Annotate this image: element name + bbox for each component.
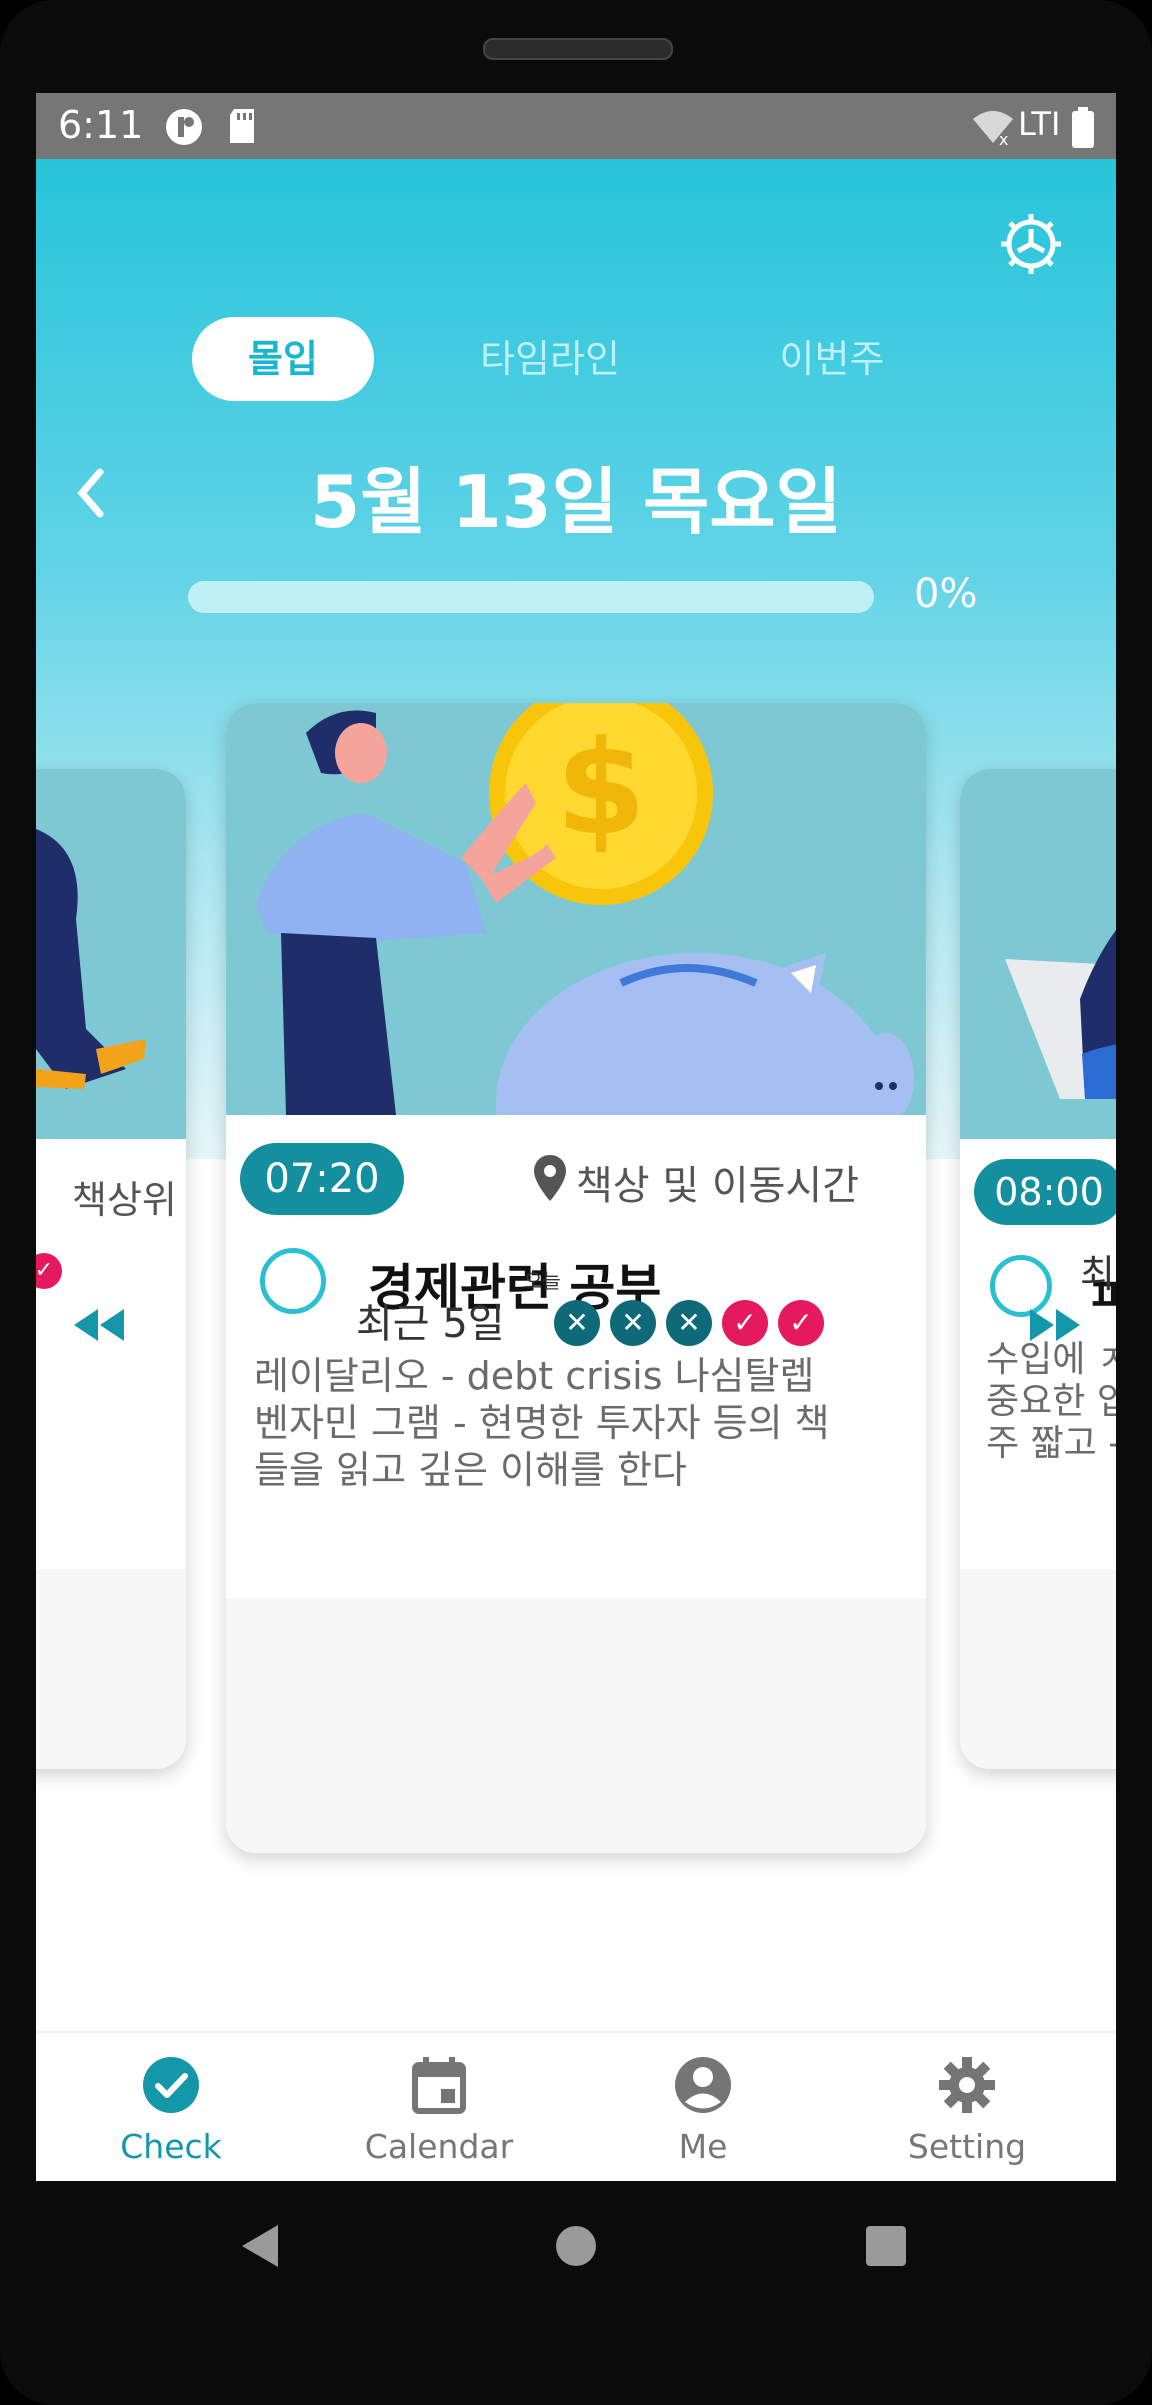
card-desc: 책상위 (72, 1178, 177, 1222)
rewind-icon[interactable] (70, 1305, 128, 1345)
wifi-off-icon: x (973, 111, 1013, 147)
recent-days-streak: ✓ 최근 5일 오늘 ✕ ✕ ✕ ✓ ✓ 최 (36, 1243, 1116, 1363)
system-back-icon[interactable] (240, 2223, 280, 2269)
system-recents-icon[interactable] (866, 2226, 906, 2266)
card-illustration (36, 769, 186, 1139)
account-icon (675, 2057, 731, 2113)
task-description-line: 주 짧고 - (986, 1423, 1116, 1464)
task-location: 책상 및 이동시간 (576, 1163, 860, 1209)
svg-text:$: $ (556, 712, 646, 864)
status-time: 6:11 (58, 103, 144, 147)
view-tabs: 몰입 타임라인 이번주 (36, 317, 1116, 401)
task-time-badge: 08:00 (974, 1159, 1116, 1225)
task-description-line: 중요한 입 (986, 1381, 1116, 1422)
tab-focus[interactable]: 몰입 (192, 317, 374, 401)
check-circle-icon (143, 2057, 199, 2113)
nav-label: Check (120, 2127, 222, 2166)
bottom-navigation: Check Calendar Me Setting (36, 2031, 1116, 2181)
nav-check[interactable]: Check (36, 2055, 306, 2166)
battery-icon (1072, 107, 1094, 148)
nav-label: Setting (907, 2127, 1027, 2166)
coin-piggy-illustration: $ (256, 703, 914, 1253)
card-illustration: $ (226, 703, 926, 1253)
daily-progress-bar (188, 581, 874, 613)
streak-label: 최근 5일 (356, 1301, 505, 1347)
task-description: 레이달리오 - debt crisis 나심탈렙 벤자민 그램 - 현명한 투자… (254, 1353, 904, 1494)
app-notification-icon (166, 109, 202, 145)
sd-card-icon (230, 109, 254, 143)
status-bar: 6:11 x LTI (36, 93, 1116, 159)
network-type: LTI (1018, 105, 1061, 143)
fast-forward-icon[interactable] (1026, 1305, 1084, 1345)
system-home-icon[interactable] (554, 2224, 598, 2268)
day-done-dot: ✓ (722, 1300, 768, 1346)
app-screen: 6:11 x LTI 몰입 타임라인 이번주 5월 13일 목요일 0% 책상위… (36, 93, 1116, 2181)
next-streak-partial-label: 최 (1080, 1252, 1115, 1296)
day-missed-dot: ✕ (610, 1300, 656, 1346)
earpiece-speaker (483, 38, 673, 60)
day-missed-dot: ✕ (666, 1300, 712, 1346)
partial-check-dot: ✓ (36, 1253, 62, 1289)
task-description-line: 들을 읽고 깊은 이해를 한다 (254, 1448, 687, 1492)
calendar-icon (412, 2057, 466, 2114)
task-description-line: 벤자민 그램 - 현명한 투자자 등의 책 (254, 1401, 830, 1445)
progress-percent: 0% (914, 571, 978, 617)
gear-icon (939, 2057, 995, 2113)
nav-label: Calendar (364, 2127, 514, 2166)
nav-setting[interactable]: Setting (832, 2055, 1102, 2166)
location-pin-icon (534, 1155, 566, 1201)
today-marker: 오늘 (524, 1269, 561, 1293)
day-done-dot: ✓ (778, 1300, 824, 1346)
svg-text:x: x (999, 130, 1008, 147)
nav-label: Me (678, 2127, 728, 2166)
phone-frame: 6:11 x LTI 몰입 타임라인 이번주 5월 13일 목요일 0% 책상위… (0, 0, 1152, 2405)
nav-calendar[interactable]: Calendar (304, 2055, 574, 2166)
task-time-badge: 07:20 (240, 1143, 404, 1215)
card-illustration (960, 769, 1116, 1139)
day-missed-dot: ✕ (554, 1300, 600, 1346)
selected-date: 5월 13일 목요일 (310, 460, 842, 544)
tab-timeline[interactable]: 타임라인 (450, 317, 650, 401)
settings-gear-icon[interactable] (996, 209, 1066, 279)
system-navigation-bar (0, 2181, 1152, 2311)
tab-this-week[interactable]: 이번주 (752, 317, 912, 401)
nav-me[interactable]: Me (568, 2055, 838, 2166)
